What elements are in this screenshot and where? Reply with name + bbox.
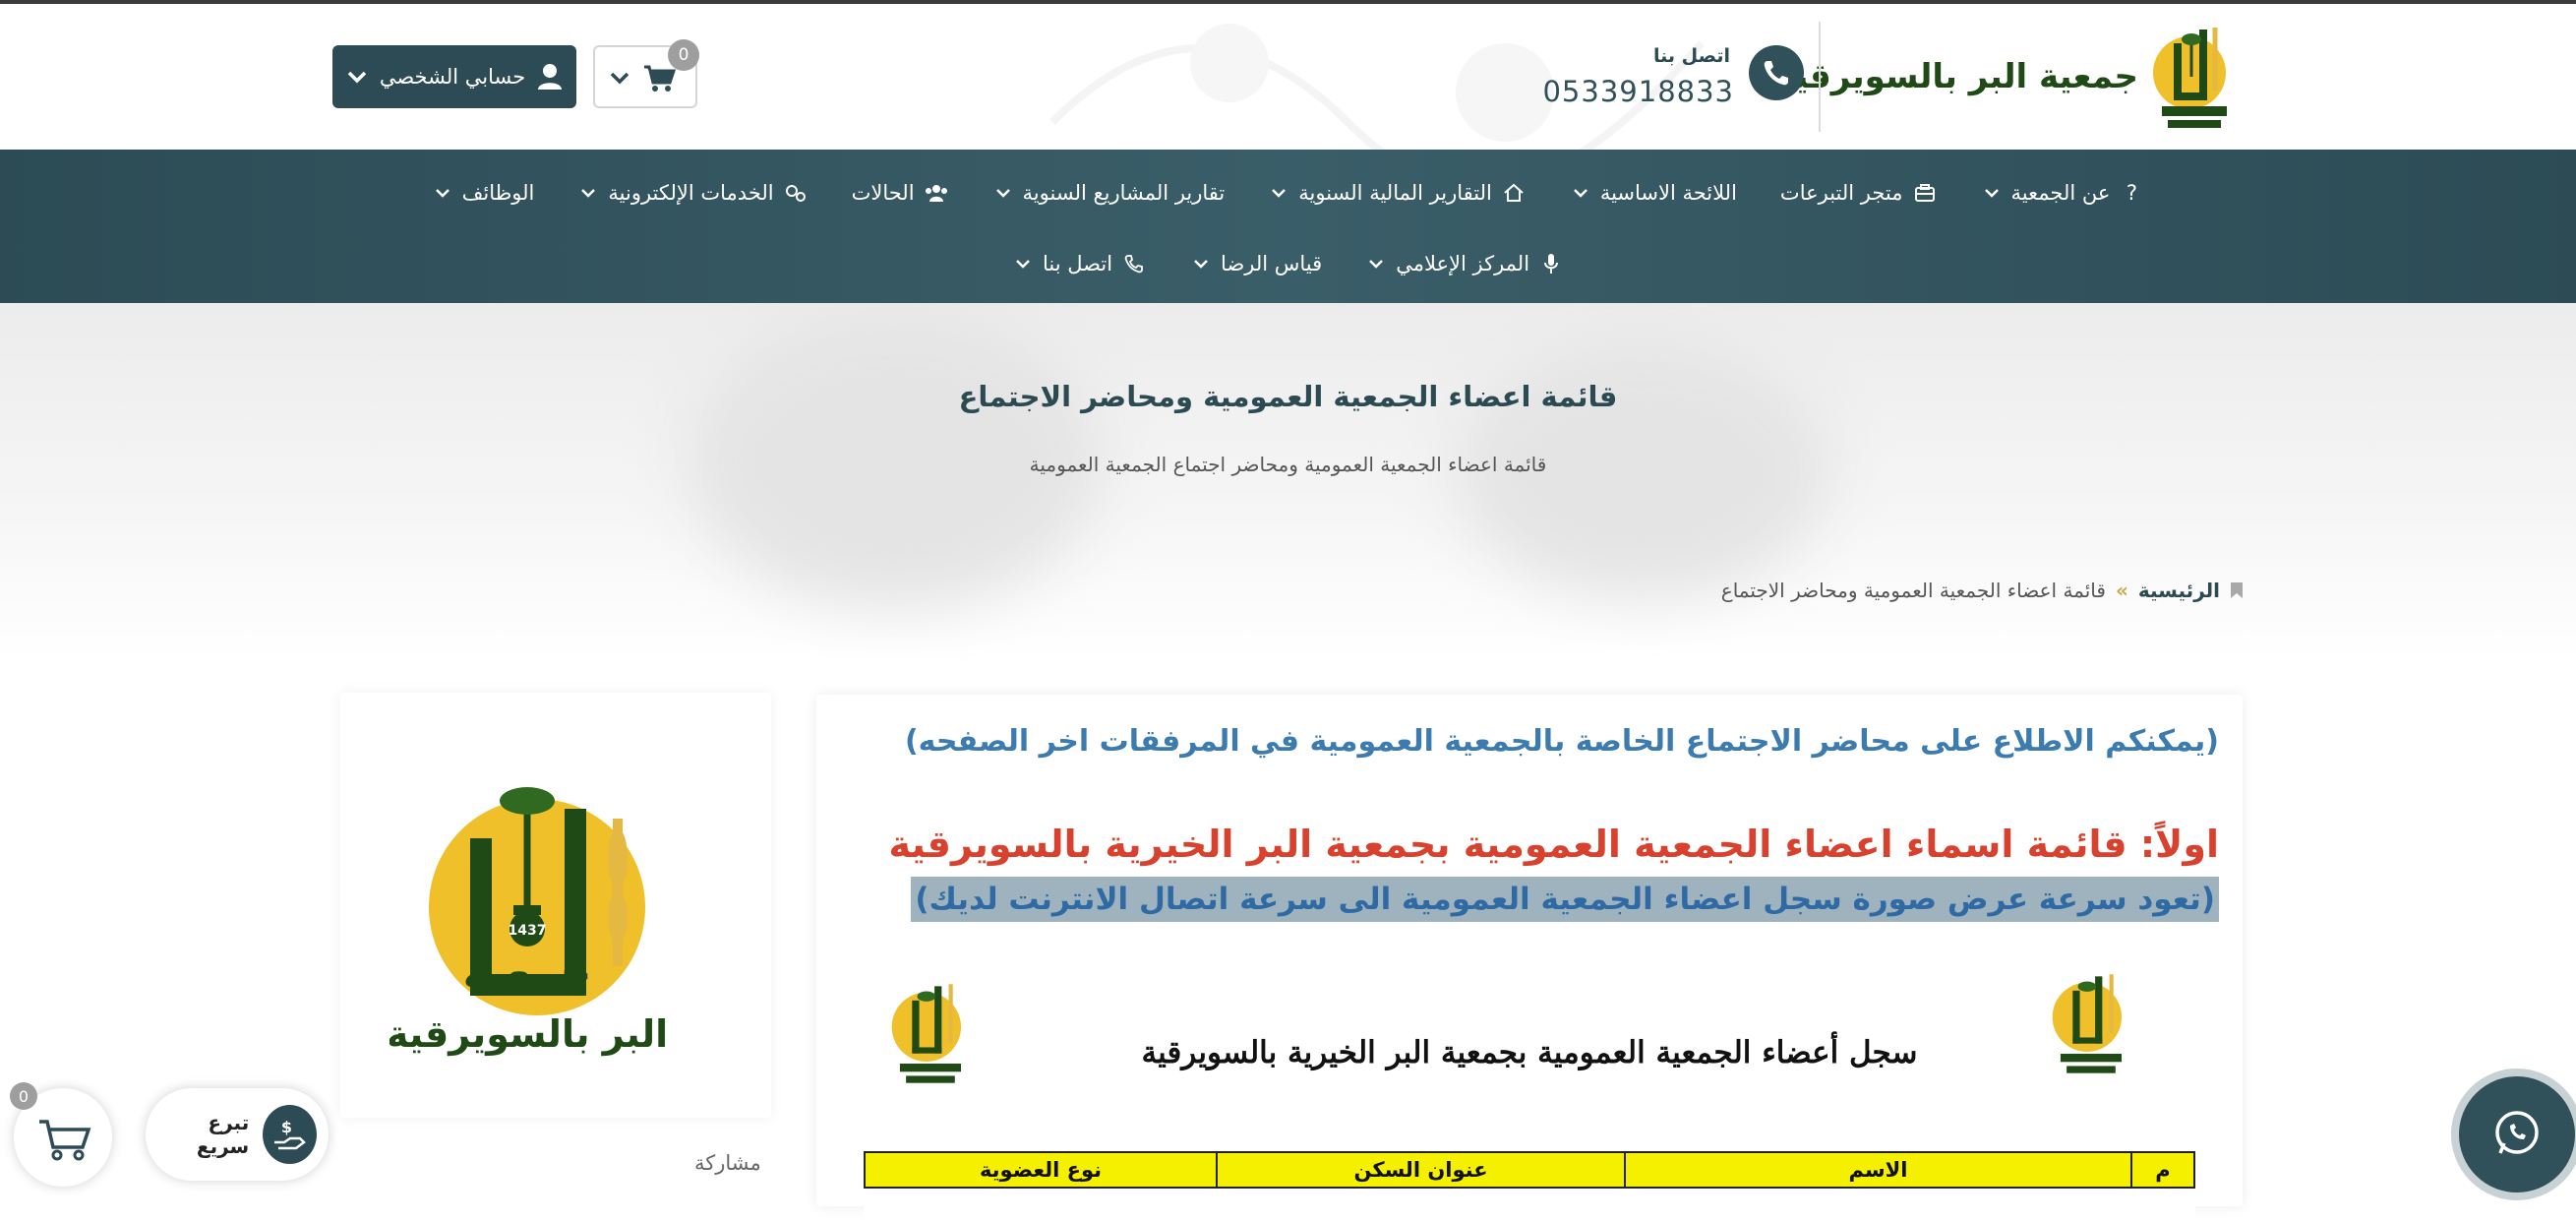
quick-donate-label: تبرع سريع — [196, 1111, 250, 1158]
account-label: حسابي الشخصي — [379, 65, 526, 89]
chevron-down-icon — [1365, 253, 1387, 275]
nav-item-jobs[interactable]: الوظائف — [410, 173, 557, 213]
floating-cart-badge: 0 — [10, 1082, 37, 1110]
cart-icon — [644, 65, 676, 92]
breadcrumb: الرئيسية » قائمة اعضاء الجمعية العمومية … — [1721, 579, 2244, 602]
page-hero: قائمة اعضاء الجمعية العمومية ومحاضر الاج… — [0, 303, 2576, 659]
loading-speed-note: (تعود سرعة عرض صورة سجل اعضاء الجمعية ال… — [911, 877, 2219, 922]
register-logo-icon — [891, 984, 962, 1083]
phone-circle-icon[interactable] — [1749, 45, 1804, 100]
column-header: عنوان السكن — [1216, 1151, 1626, 1189]
nav-item-donation-store[interactable]: متجر التبرعات — [1759, 173, 1959, 213]
logo-line-2: البر بالسويرقية — [389, 1012, 668, 1056]
main-navigation: ? عن الجمعية متجر التبرعات اللائحة الاسا… — [0, 150, 2576, 303]
column-header: م — [2130, 1151, 2195, 1189]
chevron-down-icon — [1570, 182, 1591, 204]
chevron-down-icon — [1981, 182, 2003, 204]
account-button[interactable]: حسابي الشخصي — [332, 45, 576, 108]
sidebar-logo-card: 1437 جمعية البر بالسويرقية — [340, 693, 771, 1118]
chevron-down-icon — [1190, 253, 1212, 275]
page-title: قائمة اعضاء الجمعية العمومية ومحاضر الاج… — [958, 380, 1618, 413]
nav-label: المركز الإعلامي — [1396, 252, 1530, 275]
gears-icon — [783, 180, 809, 206]
site-header: جمعية البر بالسويرقية اتصل بنا 053391883… — [0, 4, 2576, 150]
users-icon — [924, 180, 949, 206]
microphone-icon — [1538, 251, 1564, 276]
breadcrumb-home-link[interactable]: الرئيسية — [2138, 579, 2220, 602]
nav-item-financial-reports[interactable]: التقارير المالية السنوية — [1246, 173, 1548, 213]
phone-icon — [1121, 251, 1147, 276]
svg-text:$: $ — [280, 1118, 291, 1136]
nav-item-cases[interactable]: الحالات — [830, 173, 971, 213]
site-logo[interactable]: جمعية البر بالسويرقية — [1775, 22, 2237, 140]
nav-label: الخدمات الإلكترونية — [608, 181, 774, 205]
register-table-wrapper: م الاسم عنوان السكن نوع العضوية — [864, 1151, 2195, 1189]
page-subtitle: قائمة اعضاء الجمعية العمومية ومحاضر اجتم… — [1029, 453, 1547, 476]
column-header: الاسم — [1624, 1151, 2132, 1189]
breadcrumb-current: قائمة اعضاء الجمعية العمومية ومحاضر الاج… — [1720, 579, 2106, 602]
nav-item-contact[interactable]: اتصل بنا — [990, 244, 1168, 283]
nav-item-about[interactable]: ? عن الجمعية — [1959, 173, 2167, 213]
association-logo-image: 1437 جمعية البر بالسويرقية — [389, 787, 668, 1056]
nav-item-media-center[interactable]: المركز الإعلامي — [1344, 244, 1586, 283]
column-header: نوع العضوية — [864, 1151, 1218, 1189]
whatsapp-icon — [2495, 1111, 2539, 1154]
nav-label: تقارير المشاريع السنوية — [1022, 181, 1226, 205]
content-card: (يمكنكم الاطلاع على محاضر الاجتماع الخاص… — [816, 695, 2243, 1222]
logo-line-1: جمعية — [463, 948, 592, 999]
nav-label: اتصل بنا — [1042, 252, 1113, 275]
chevron-down-icon — [992, 182, 1014, 204]
chevron-down-icon — [1012, 253, 1034, 275]
chevron-down-icon — [610, 72, 629, 85]
nav-item-project-reports[interactable]: تقارير المشاريع السنوية — [971, 173, 1247, 213]
briefcase-icon — [1912, 180, 1938, 206]
quick-donate-button[interactable]: $ تبرع سريع — [146, 1088, 329, 1181]
header-divider — [1819, 22, 1821, 132]
nav-item-bylaws[interactable]: اللائحة الاساسية — [1548, 173, 1759, 213]
breadcrumb-separator: » — [2115, 579, 2128, 602]
chevron-down-icon — [347, 71, 367, 84]
bookmark-icon — [2231, 582, 2243, 598]
nav-label: عن الجمعية — [2010, 181, 2111, 205]
nav-row-2: المركز الإعلامي قياس الرضا اتصل بنا — [0, 244, 2576, 283]
nav-item-e-services[interactable]: الخدمات الإلكترونية — [556, 173, 829, 213]
cart-icon — [39, 1120, 91, 1161]
nav-label: التقارير المالية السنوية — [1298, 181, 1492, 205]
home-icon — [1501, 180, 1527, 206]
nav-item-satisfaction[interactable]: قياس الرضا — [1168, 244, 1344, 283]
logo-text: جمعية البر بالسويرقية — [1774, 57, 2138, 96]
register-table: م الاسم عنوان السكن نوع العضوية — [864, 1151, 2195, 1189]
nav-label: اللائحة الاساسية — [1599, 181, 1737, 205]
chevron-down-icon — [1268, 182, 1289, 204]
nav-label: الوظائف — [461, 181, 535, 205]
chevron-down-icon — [432, 182, 453, 204]
question-icon: ? — [2126, 181, 2137, 205]
nav-row-1: ? عن الجمعية متجر التبرعات اللائحة الاسا… — [0, 173, 2576, 213]
donate-hand-icon: $ — [263, 1105, 317, 1164]
logo-year: 1437 — [509, 923, 547, 939]
nav-label: قياس الرضا — [1221, 252, 1323, 275]
phone-number[interactable]: 0533918833 — [1542, 75, 1734, 108]
logo-mark-icon — [2153, 28, 2227, 128]
share-label: مشاركة — [694, 1151, 761, 1175]
register-title: سجل أعضاء الجمعية العمومية بجمعية البر ا… — [1141, 1035, 1918, 1070]
chevron-down-icon — [577, 182, 599, 204]
user-icon — [538, 64, 563, 90]
minutes-notice: (يمكنكم الاطلاع على محاضر الاجتماع الخاص… — [904, 724, 2219, 759]
cart-count-badge: 0 — [668, 39, 699, 71]
nav-label: متجر التبرعات — [1779, 181, 1903, 205]
members-heading: اولاً: قائمة اسماء اعضاء الجمعية العمومي… — [888, 823, 2220, 866]
contact-label: اتصل بنا — [1653, 45, 1730, 67]
nav-label: الحالات — [851, 181, 915, 205]
